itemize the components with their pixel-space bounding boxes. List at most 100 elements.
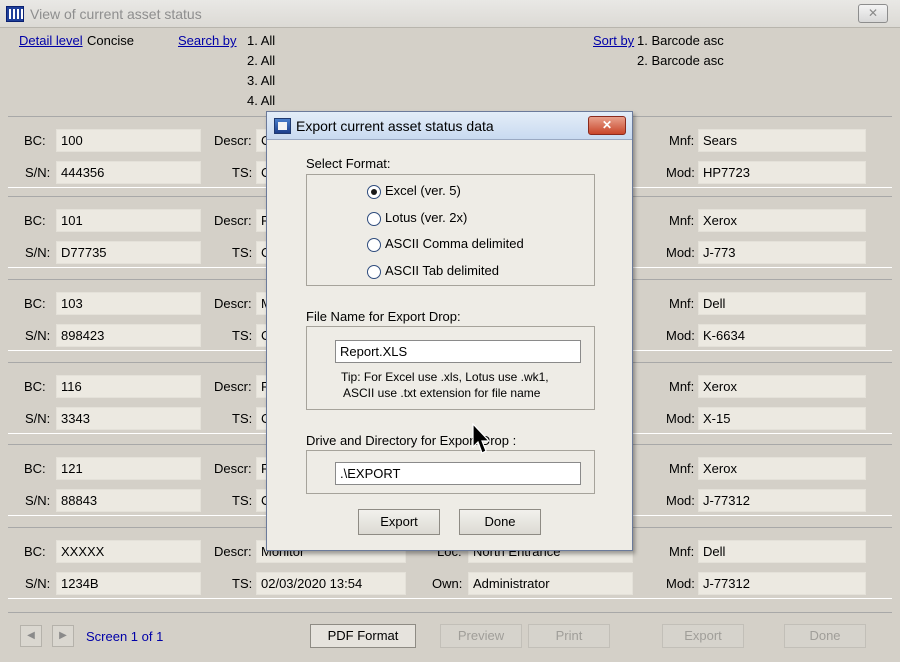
mnf-label: Mnf: xyxy=(669,133,695,148)
mnf-field: Xerox xyxy=(698,209,866,232)
bc-label: BC: xyxy=(24,461,46,476)
print-button[interactable]: Print xyxy=(528,624,610,648)
sn-field: 444356 xyxy=(56,161,201,184)
sn-field: 3343 xyxy=(56,407,201,430)
sort-by-value-2: 2. Barcode asc xyxy=(637,53,724,68)
file-name-group: Report.XLS Tip: For Excel use .xls, Lotu… xyxy=(306,326,595,410)
descr-label: Descr: xyxy=(214,296,252,311)
file-name-input[interactable]: Report.XLS xyxy=(335,340,581,363)
own-field: Administrator xyxy=(468,572,633,595)
sn-label: S/N: xyxy=(25,245,51,260)
previous-screen-button[interactable]: ◀ xyxy=(20,625,42,647)
mod-field: J-77312 xyxy=(698,572,866,595)
mod-field: HP7723 xyxy=(698,161,866,184)
dialog-title: Export current asset status data xyxy=(296,118,494,134)
format-radio-lotus[interactable] xyxy=(367,212,381,226)
file-name-label: File Name for Export Drop: xyxy=(306,309,461,324)
tip-line-2: ASCII use .txt extension for file name xyxy=(343,386,541,400)
mod-field: X-15 xyxy=(698,407,866,430)
dialog-export-button[interactable]: Export xyxy=(358,509,440,535)
mnf-label: Mnf: xyxy=(669,461,695,476)
mnf-label: Mnf: xyxy=(669,213,695,228)
search-by-value-3: 3. All xyxy=(247,73,276,88)
bc-field: 121 xyxy=(56,457,201,480)
mnf-field: Dell xyxy=(698,540,866,563)
export-dialog: Export current asset status data ✕ Selec… xyxy=(266,111,633,551)
format-label-excel[interactable]: Excel (ver. 5) xyxy=(385,183,461,198)
sn-field: 898423 xyxy=(56,324,201,347)
ts-field: 02/03/2020 13:54 xyxy=(256,572,406,595)
window-title: View of current asset status xyxy=(30,6,202,22)
mod-label: Mod: xyxy=(666,165,695,180)
window-close-button[interactable]: ✕ xyxy=(858,4,888,23)
asset-status-window: View of current asset status ✕ Detail le… xyxy=(0,0,900,662)
next-screen-button[interactable]: ▶ xyxy=(52,625,74,647)
ts-label: TS: xyxy=(232,328,253,343)
tip-line-1: Tip: For Excel use .xls, Lotus use .wk1, xyxy=(341,370,549,384)
mnf-field: Xerox xyxy=(698,457,866,480)
own-label: Own: xyxy=(432,576,463,591)
dialog-close-button[interactable]: ✕ xyxy=(588,116,626,135)
sn-label: S/N: xyxy=(25,576,51,591)
bc-label: BC: xyxy=(24,133,46,148)
format-radio-ascii-comma[interactable] xyxy=(367,238,381,252)
dialog-done-button[interactable]: Done xyxy=(459,509,541,535)
mnf-field: Xerox xyxy=(698,375,866,398)
mod-label: Mod: xyxy=(666,245,695,260)
descr-label: Descr: xyxy=(214,133,252,148)
bc-label: BC: xyxy=(24,379,46,394)
descr-label: Descr: xyxy=(214,379,252,394)
export-button[interactable]: Export xyxy=(662,624,744,648)
descr-label: Descr: xyxy=(214,544,252,559)
bc-field: 101 xyxy=(56,209,201,232)
pdf-format-button[interactable]: PDF Format xyxy=(310,624,416,648)
mod-field: J-77312 xyxy=(698,489,866,512)
format-label-ascii-tab[interactable]: ASCII Tab delimited xyxy=(385,263,499,278)
bc-label: BC: xyxy=(24,213,46,228)
mod-field: K-6634 xyxy=(698,324,866,347)
sn-field: 1234B xyxy=(56,572,201,595)
sn-field: 88843 xyxy=(56,489,201,512)
sn-label: S/N: xyxy=(25,165,51,180)
format-radio-ascii-tab[interactable] xyxy=(367,265,381,279)
app-icon xyxy=(6,6,24,22)
ts-label: TS: xyxy=(232,245,253,260)
ts-label: TS: xyxy=(232,493,253,508)
mod-label: Mod: xyxy=(666,576,695,591)
bc-field: 100 xyxy=(56,129,201,152)
sort-by-link[interactable]: Sort by xyxy=(593,33,634,48)
mnf-label: Mnf: xyxy=(669,296,695,311)
detail-level-value: Concise xyxy=(87,33,134,48)
sn-field: D77735 xyxy=(56,241,201,264)
title-bar: View of current asset status ✕ xyxy=(0,0,900,28)
search-by-link[interactable]: Search by xyxy=(178,33,237,48)
mod-label: Mod: xyxy=(666,493,695,508)
mod-field: J-773 xyxy=(698,241,866,264)
format-radio-excel[interactable] xyxy=(367,185,381,199)
search-by-value-1: 1. All xyxy=(247,33,276,48)
detail-level-link[interactable]: Detail level xyxy=(19,33,83,48)
sort-by-value-1: 1. Barcode asc xyxy=(637,33,724,48)
bc-label: BC: xyxy=(24,296,46,311)
drive-directory-input[interactable]: .\EXPORT xyxy=(335,462,581,485)
mod-label: Mod: xyxy=(666,328,695,343)
bc-field: XXXXX xyxy=(56,540,201,563)
descr-label: Descr: xyxy=(214,461,252,476)
search-by-value-2: 2. All xyxy=(247,53,276,68)
screen-indicator: Screen 1 of 1 xyxy=(86,629,164,644)
bc-label: BC: xyxy=(24,544,46,559)
dialog-icon xyxy=(274,118,291,134)
descr-label: Descr: xyxy=(214,213,252,228)
mnf-field: Sears xyxy=(698,129,866,152)
ts-label: TS: xyxy=(232,576,253,591)
preview-button[interactable]: Preview xyxy=(440,624,522,648)
format-label-lotus[interactable]: Lotus (ver. 2x) xyxy=(385,210,467,225)
bottom-toolbar: ◀ ▶ Screen 1 of 1 PDF Format Preview Pri… xyxy=(8,612,892,652)
done-button[interactable]: Done xyxy=(784,624,866,648)
mouse-pointer-icon xyxy=(472,423,491,454)
mnf-field: Dell xyxy=(698,292,866,315)
sn-label: S/N: xyxy=(25,411,51,426)
sn-label: S/N: xyxy=(25,493,51,508)
ts-label: TS: xyxy=(232,411,253,426)
format-label-ascii-comma[interactable]: ASCII Comma delimited xyxy=(385,236,524,251)
